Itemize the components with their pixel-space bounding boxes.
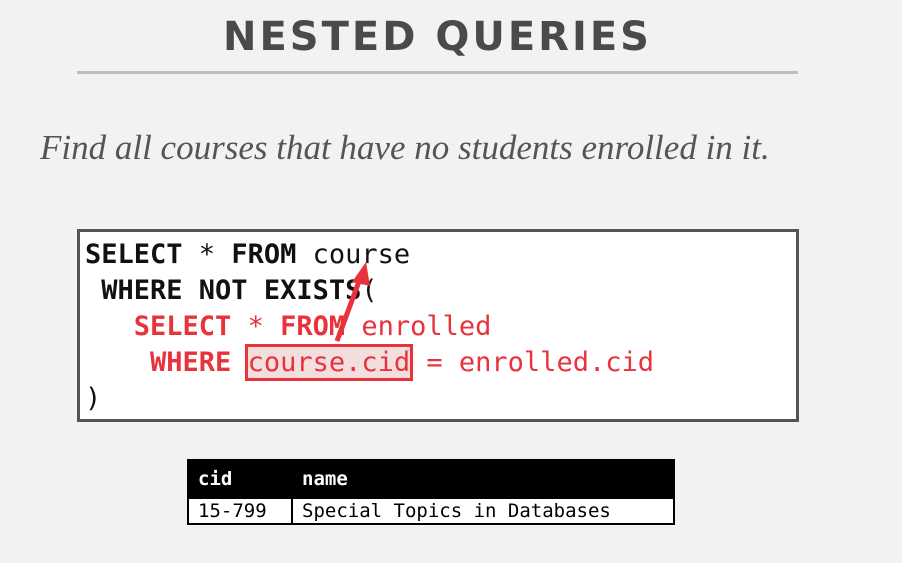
highlighted-reference: course.cid [244,344,414,381]
star: * [231,311,281,342]
column-header: cid [187,459,293,499]
column-header: name [291,459,675,499]
code-line-2: WHERE NOT EXISTS( [85,275,378,306]
table-row: 15-799 Special Topics in Databases [187,497,675,525]
code-line-4: WHERE course.cid = enrolled.cid [85,344,654,381]
title-divider [77,71,798,74]
table-cell: Special Topics in Databases [291,497,675,525]
star: * [182,239,232,270]
keyword: FROM [280,311,346,342]
keyword: WHERE NOT EXISTS [101,275,362,306]
code-line-3: SELECT * FROM enrolled [85,311,492,342]
table-cell: 15-799 [187,497,293,525]
slide-title: NESTED QUERIES [223,14,652,60]
slide-subtitle: Find all courses that have no students e… [40,128,770,167]
sql-code-box: SELECT * FROM course WHERE NOT EXISTS( S… [77,229,799,422]
condition: = enrolled.cid [410,347,654,378]
result-table: cid name 15-799 Special Topics in Databa… [187,459,675,525]
sql-code: SELECT * FROM course WHERE NOT EXISTS( S… [85,237,654,417]
paren: ( [361,275,378,306]
table-header-row: cid name [187,459,675,499]
keyword: SELECT [85,239,183,270]
keyword: WHERE [150,347,232,378]
keyword: FROM [231,239,297,270]
code-line-5: ) [85,383,102,414]
code-line-1: SELECT * FROM course [85,239,410,270]
keyword: SELECT [133,311,232,342]
table-name: enrolled [345,311,492,342]
table-name: course [296,239,411,270]
